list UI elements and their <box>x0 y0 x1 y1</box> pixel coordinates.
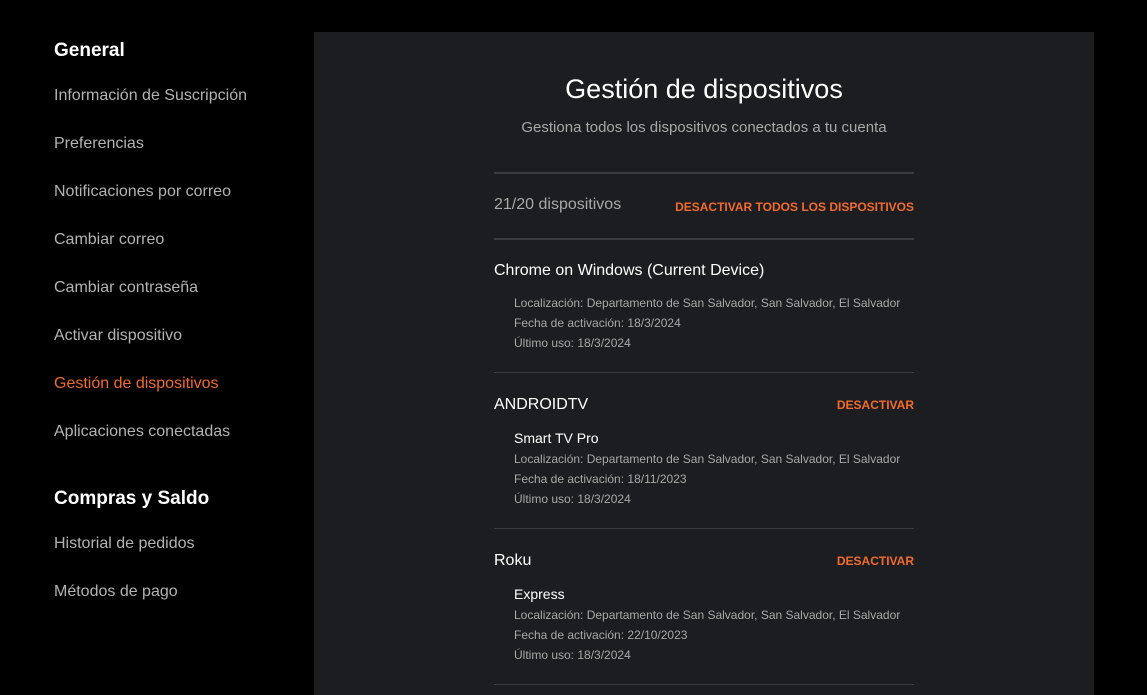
page-subtitle: Gestiona todos los dispositivos conectad… <box>521 119 887 136</box>
device-management-panel: Gestión de dispositivos Gestiona todos l… <box>314 32 1094 695</box>
device-model: Smart TV Pro <box>514 430 599 446</box>
divider <box>494 528 914 529</box>
section-title-purchases: Compras y Saldo <box>54 488 210 509</box>
divider <box>494 238 914 240</box>
sidebar-item-payment-methods[interactable]: Métodos de pago <box>54 583 178 601</box>
device-location: Localización: Departamento de San Salvad… <box>514 296 901 310</box>
device-model: Express <box>514 586 565 602</box>
device-last-use: Último uso: 18/3/2024 <box>514 336 631 350</box>
device-name: Chrome on Windows (Current Device) <box>494 262 765 279</box>
sidebar-item-preferences[interactable]: Preferencias <box>54 135 144 153</box>
section-title-general: General <box>54 40 125 61</box>
deactivate-device-button[interactable]: DESACTIVAR <box>837 554 914 568</box>
device-last-use: Último uso: 18/3/2024 <box>514 492 631 506</box>
device-name: Roku <box>494 552 532 569</box>
page-title: Gestión de dispositivos <box>565 74 843 104</box>
device-location: Localización: Departamento de San Salvad… <box>514 608 901 622</box>
device-activation-date: Fecha de activación: 18/3/2024 <box>514 316 681 330</box>
sidebar-item-subscription-info[interactable]: Información de Suscripción <box>54 87 247 105</box>
divider <box>494 684 914 685</box>
sidebar-item-device-management[interactable]: Gestión de dispositivos <box>54 375 219 393</box>
sidebar-item-order-history[interactable]: Historial de pedidos <box>54 535 195 553</box>
deactivate-device-button[interactable]: DESACTIVAR <box>837 398 914 412</box>
settings-sidebar: General Información de Suscripción Prefe… <box>54 0 304 695</box>
sidebar-item-change-password[interactable]: Cambiar contraseña <box>54 279 198 297</box>
divider <box>494 172 914 174</box>
device-last-use: Último uso: 18/3/2024 <box>514 648 631 662</box>
deactivate-all-button[interactable]: DESACTIVAR TODOS LOS DISPOSITIVOS <box>675 200 914 214</box>
device-count: 21/20 dispositivos <box>494 196 622 213</box>
device-location: Localización: Departamento de San Salvad… <box>514 452 901 466</box>
device-name: ANDROIDTV <box>494 396 589 413</box>
sidebar-item-email-notifications[interactable]: Notificaciones por correo <box>54 183 231 201</box>
device-activation-date: Fecha de activación: 18/11/2023 <box>514 472 687 486</box>
divider <box>494 372 914 373</box>
device-activation-date: Fecha de activación: 22/10/2023 <box>514 628 688 642</box>
sidebar-item-activate-device[interactable]: Activar dispositivo <box>54 327 182 345</box>
sidebar-item-connected-apps[interactable]: Aplicaciones conectadas <box>54 423 230 441</box>
sidebar-item-change-email[interactable]: Cambiar correo <box>54 231 164 249</box>
